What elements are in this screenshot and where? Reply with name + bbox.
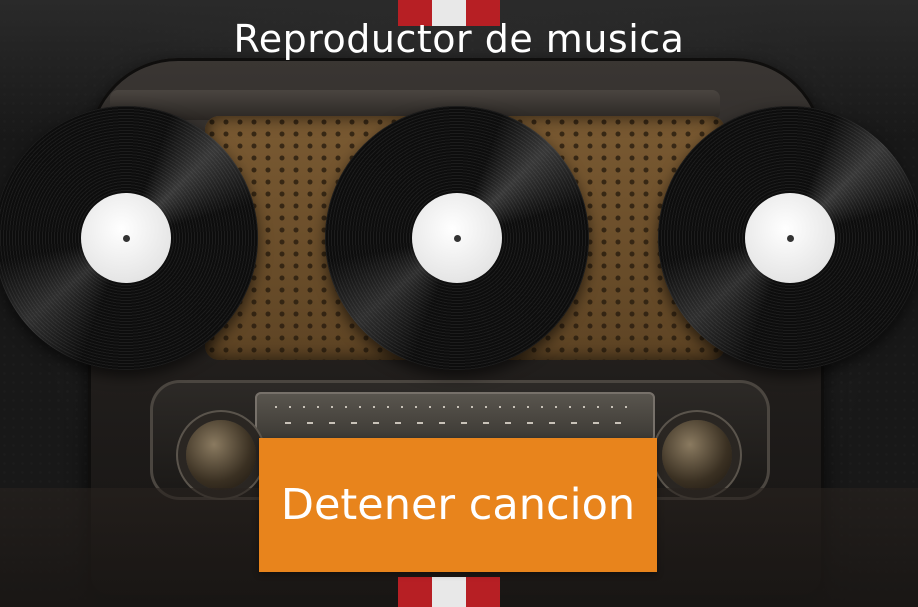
page-title: Reproductor de musica xyxy=(233,17,685,61)
record-label xyxy=(412,193,502,283)
vinyl-record-icon[interactable] xyxy=(658,106,918,370)
radio-knob-right xyxy=(662,420,732,490)
radio-tuning-dial xyxy=(255,392,655,442)
vinyl-record-icon[interactable] xyxy=(0,106,258,370)
radio-knob-left xyxy=(186,420,256,490)
flag-stripe-bottom xyxy=(398,577,500,607)
stop-song-button[interactable]: Detener cancion xyxy=(259,438,657,572)
record-label xyxy=(81,193,171,283)
record-label xyxy=(745,193,835,283)
vinyl-record-icon[interactable] xyxy=(325,106,589,370)
